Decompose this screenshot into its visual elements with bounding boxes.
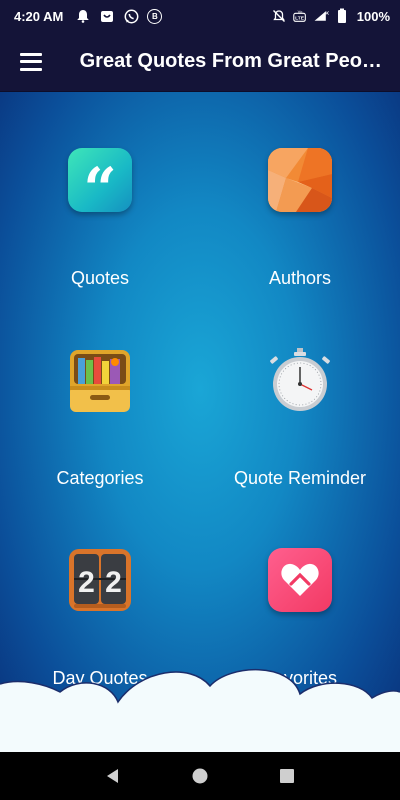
app-bar: Great Quotes From Great Peo… bbox=[0, 32, 400, 92]
heart-icon bbox=[268, 548, 332, 612]
menu-grid: “ Quotes Authors Categories Quote Remind… bbox=[0, 92, 400, 752]
tile-label-quote-reminder: Quote Reminder bbox=[233, 468, 367, 488]
status-left: 4:20 AM B bbox=[14, 8, 163, 24]
tile-favorites[interactable]: Favorites bbox=[200, 492, 400, 692]
menu-line bbox=[20, 60, 42, 63]
tile-quotes[interactable]: “ Quotes bbox=[0, 92, 200, 292]
b-app-icon: B bbox=[147, 8, 163, 24]
status-bar: 4:20 AM B LTE Vo 4G 100% bbox=[0, 0, 400, 32]
stopwatch-icon bbox=[268, 348, 332, 412]
battery-icon bbox=[334, 8, 350, 24]
menu-line bbox=[20, 52, 42, 56]
svg-text:Vo: Vo bbox=[297, 9, 302, 14]
battery-percentage: 100% bbox=[356, 8, 390, 24]
signal-icon: 4G bbox=[313, 8, 329, 24]
hamburger-menu-icon[interactable] bbox=[20, 52, 42, 71]
svg-text:LTE: LTE bbox=[295, 16, 305, 22]
back-icon[interactable] bbox=[101, 764, 125, 788]
quote-glyph: “ bbox=[83, 155, 117, 223]
flip-calendar-icon: 2 2 bbox=[68, 548, 132, 612]
calendar-digit-left: 2 bbox=[78, 566, 95, 599]
navigation-bar bbox=[0, 752, 400, 800]
recents-icon[interactable] bbox=[275, 764, 299, 788]
status-right: LTE Vo 4G 100% bbox=[271, 8, 390, 24]
tile-authors[interactable]: Authors bbox=[200, 92, 400, 292]
clouds-decoration bbox=[0, 669, 400, 756]
notification-off-icon bbox=[271, 8, 287, 24]
home-icon[interactable] bbox=[188, 764, 212, 788]
tile-label-authors: Authors bbox=[268, 268, 332, 288]
quote-marks-icon: “ bbox=[68, 148, 132, 218]
authors-icon bbox=[268, 148, 332, 212]
tile-day-quotes[interactable]: 2 2 Day Quotes bbox=[0, 492, 200, 692]
tile-label-categories: Categories bbox=[56, 468, 144, 488]
status-time: 4:20 AM bbox=[14, 8, 64, 24]
menu-line bbox=[20, 67, 42, 71]
tile-categories[interactable]: Categories bbox=[0, 292, 200, 492]
tile-label-quotes: Quotes bbox=[70, 268, 130, 288]
calendar-digit-right: 2 bbox=[105, 566, 122, 599]
bag-app-icon bbox=[99, 8, 115, 24]
app-title: Great Quotes From Great Peo… bbox=[79, 50, 382, 72]
bookshelf-drawer-icon bbox=[68, 348, 132, 412]
volte-icon: LTE Vo bbox=[292, 8, 308, 24]
whatsapp-icon bbox=[123, 8, 139, 24]
notification-bell-icon bbox=[75, 8, 91, 24]
tile-quote-reminder[interactable]: Quote Reminder bbox=[200, 292, 400, 492]
main-content: “ Quotes Authors Categories Quote Remind… bbox=[0, 92, 400, 752]
network-badge: 4G bbox=[324, 10, 329, 16]
